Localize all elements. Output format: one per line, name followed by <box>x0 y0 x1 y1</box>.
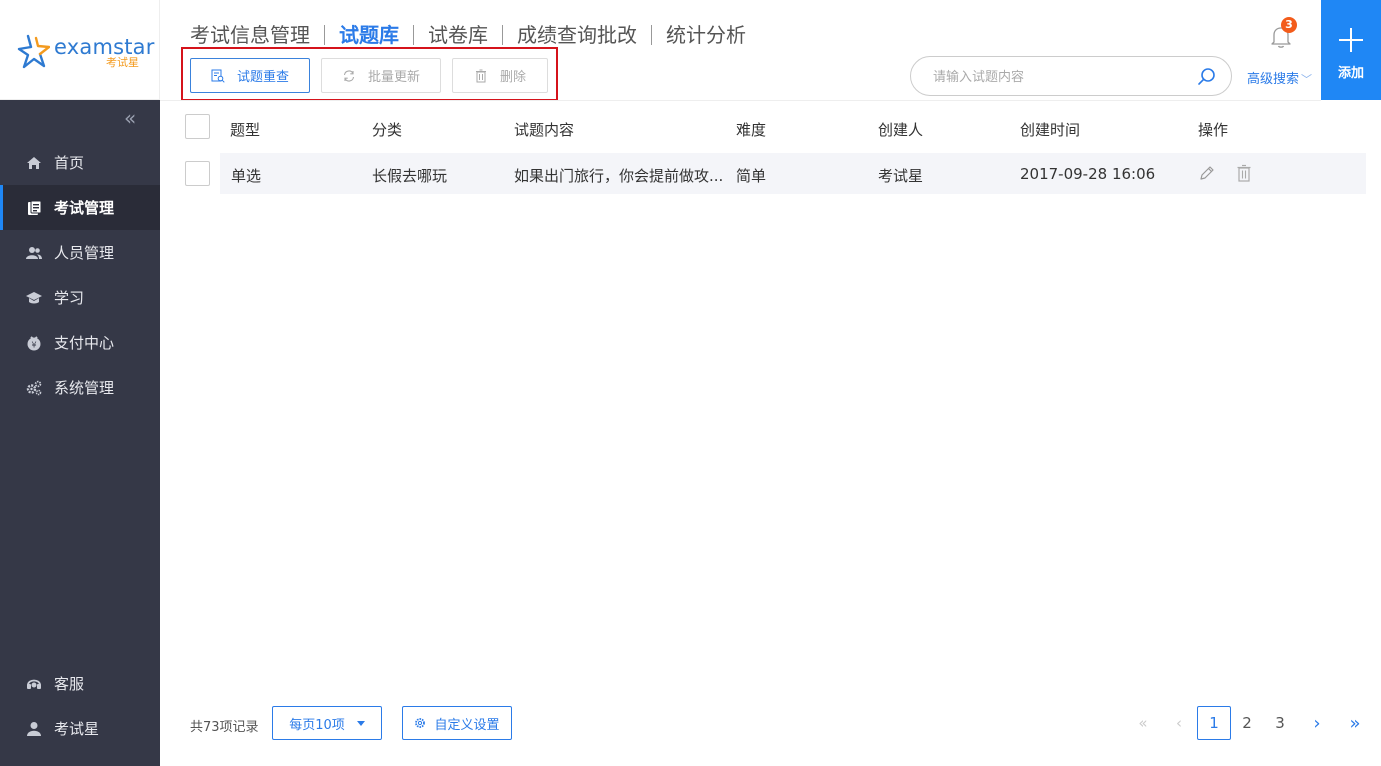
cell-creator: 考试星 <box>878 167 924 185</box>
headset-icon <box>26 676 42 692</box>
delete-label: 删除 <box>499 70 526 85</box>
plus-icon <box>1339 28 1363 52</box>
first-page-icon[interactable]: « <box>1126 706 1160 740</box>
graduation-cap-icon <box>26 290 42 306</box>
sidebar-item-payment[interactable]: ¥ 支付中心 <box>0 320 160 365</box>
column-header-difficulty: 难度 <box>736 121 767 139</box>
tab-question-bank[interactable]: 试题库 <box>324 25 413 45</box>
column-header-created: 创建时间 <box>1020 121 1081 139</box>
gears-icon <box>26 380 42 396</box>
gear-icon <box>415 718 426 728</box>
sidebar-item-label: 考试星 <box>54 720 100 738</box>
sidebar-item-label: 考试管理 <box>54 199 115 217</box>
prev-page-icon[interactable]: ‹ <box>1162 706 1196 740</box>
user-icon <box>26 721 42 737</box>
search-input[interactable] <box>933 66 1183 88</box>
batch-update-button[interactable]: 批量更新 <box>321 58 441 93</box>
trash-icon <box>475 69 486 82</box>
document-icon <box>26 200 42 216</box>
column-header-actions: 操作 <box>1198 121 1229 139</box>
svg-text:¥: ¥ <box>31 340 36 349</box>
add-button[interactable]: 添加 <box>1321 0 1381 100</box>
sidebar-item-support[interactable]: 客服 <box>0 661 160 706</box>
cell-category: 长假去哪玩 <box>372 167 448 185</box>
refresh-icon <box>343 69 355 82</box>
logo-subtitle: 考试星 <box>106 56 139 69</box>
sidebar-item-label: 客服 <box>54 675 85 693</box>
column-header-type: 题型 <box>230 121 261 139</box>
cell-content: 如果出门旅行，你会提前做攻... <box>514 167 724 185</box>
page-2[interactable]: 2 <box>1230 706 1264 740</box>
cell-difficulty: 简单 <box>736 167 767 185</box>
caret-down-icon <box>356 720 365 726</box>
tab-score-review[interactable]: 成绩查询批改 <box>502 25 651 45</box>
sidebar-item-label: 首页 <box>54 154 85 172</box>
select-all-checkbox[interactable] <box>185 114 210 139</box>
page-1[interactable]: 1 <box>1197 706 1231 740</box>
notification-badge: 3 <box>1281 17 1297 33</box>
question-recheck-button[interactable]: 试题重查 <box>190 58 310 93</box>
custom-settings-label: 自定义设置 <box>434 717 500 733</box>
payment-icon: ¥ <box>26 335 42 351</box>
trash-icon[interactable] <box>1236 164 1252 182</box>
column-header-category: 分类 <box>372 121 403 139</box>
total-records: 共73项记录 <box>190 720 259 735</box>
cell-type: 单选 <box>231 167 262 185</box>
advanced-search-label: 高级搜索 <box>1247 72 1300 87</box>
tab-exam-info[interactable]: 考试信息管理 <box>190 25 324 45</box>
sidebar-item-learning[interactable]: 学习 <box>0 275 160 320</box>
top-tabs: 考试信息管理 试题库 试卷库 成绩查询批改 统计分析 <box>190 22 760 48</box>
users-icon <box>26 245 42 261</box>
next-page-icon[interactable]: › <box>1300 706 1334 740</box>
page-size-select[interactable]: 每页10项 <box>272 706 382 740</box>
column-header-content: 试题内容 <box>514 121 575 139</box>
sidebar-item-account[interactable]: 考试星 <box>0 706 160 751</box>
chevron-down-icon: ﹀ <box>1301 73 1313 86</box>
tab-paper-bank[interactable]: 试卷库 <box>413 25 502 45</box>
page-3[interactable]: 3 <box>1263 706 1297 740</box>
search-icon[interactable] <box>1197 67 1217 87</box>
sidebar-item-label: 学习 <box>54 289 85 307</box>
add-label: 添加 <box>1337 66 1364 81</box>
last-page-icon[interactable]: » <box>1338 706 1372 740</box>
delete-button[interactable]: 删除 <box>452 58 548 93</box>
collapse-sidebar-icon[interactable]: « <box>124 108 142 130</box>
tab-statistics[interactable]: 统计分析 <box>651 25 760 45</box>
question-recheck-label: 试题重查 <box>236 70 289 85</box>
sidebar-item-label: 人员管理 <box>54 244 115 262</box>
sidebar-item-label: 支付中心 <box>54 334 115 352</box>
custom-settings-button[interactable]: 自定义设置 <box>402 706 512 740</box>
header-divider <box>160 100 1321 101</box>
batch-update-label: 批量更新 <box>367 70 420 85</box>
sidebar-item-label: 系统管理 <box>54 379 115 397</box>
sidebar-item-home[interactable]: 首页 <box>0 140 160 185</box>
sidebar-item-people[interactable]: 人员管理 <box>0 230 160 275</box>
star-logo-icon <box>17 34 50 69</box>
advanced-search-link[interactable]: 高级搜索 ﹀ <box>1247 68 1312 87</box>
logo-area: examstar 考试星 <box>0 0 160 100</box>
cell-created: 2017-09-28 16:06 <box>1020 165 1156 183</box>
sidebar-item-system[interactable]: 系统管理 <box>0 365 160 410</box>
row-checkbox[interactable] <box>185 161 210 186</box>
home-icon <box>26 155 42 171</box>
column-header-creator: 创建人 <box>878 121 924 139</box>
edit-icon[interactable] <box>1199 164 1215 182</box>
logo-text: examstar <box>54 35 155 59</box>
search-box <box>910 56 1232 96</box>
page-size-label: 每页10项 <box>289 717 345 733</box>
document-search-icon <box>211 69 225 83</box>
sidebar-item-exam-management[interactable]: 考试管理 <box>0 185 160 230</box>
